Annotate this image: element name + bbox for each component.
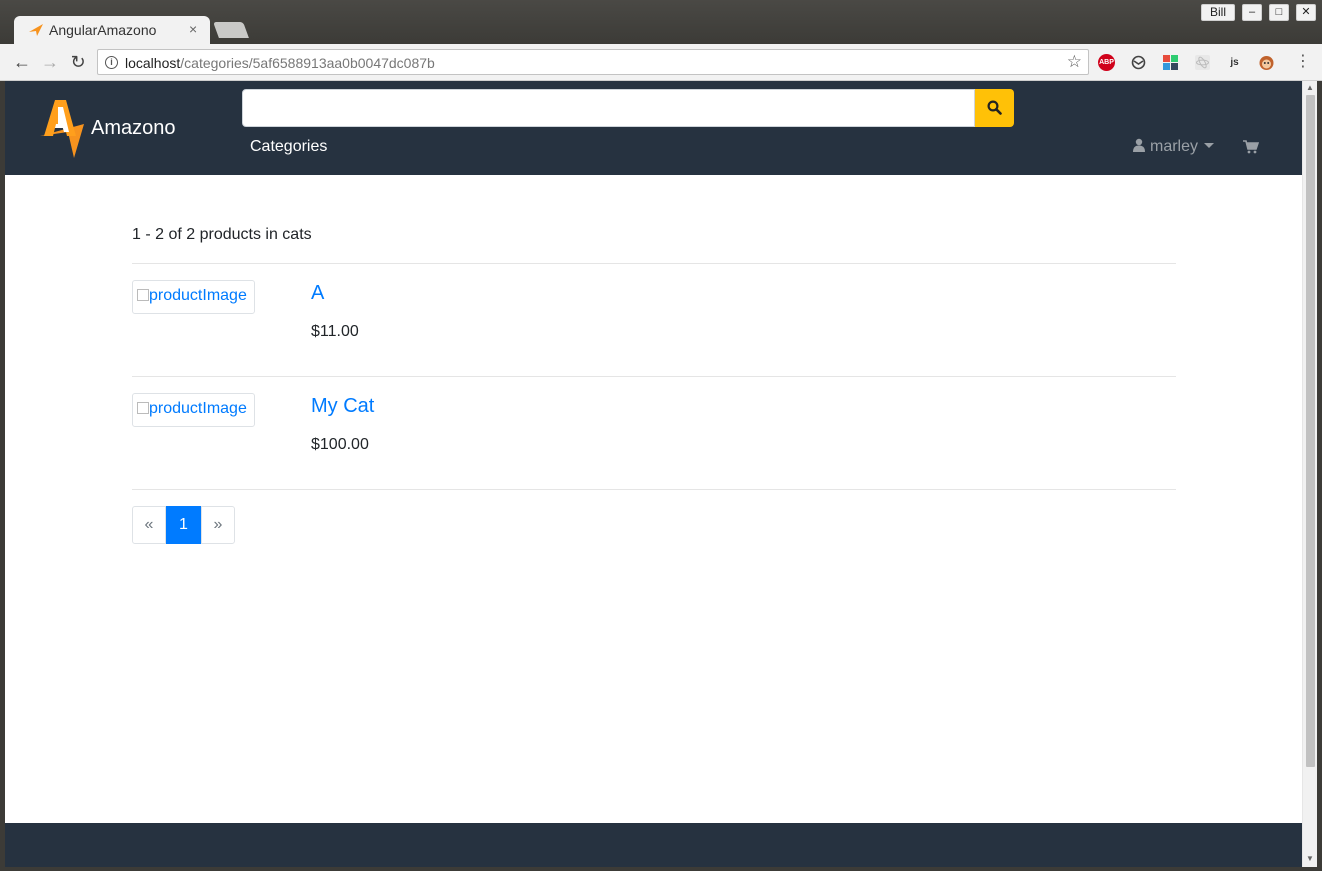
brand-name[interactable]: Amazono: [91, 117, 176, 140]
bookmark-star-icon[interactable]: ☆: [1067, 52, 1082, 72]
product-image-alt: productImage: [149, 400, 247, 417]
site-footer: [5, 823, 1302, 867]
search-input[interactable]: [242, 89, 975, 127]
amazono-logo-icon[interactable]: [38, 98, 86, 158]
product-image[interactable]: productImage: [132, 280, 255, 314]
maximize-button[interactable]: □: [1269, 4, 1289, 21]
page-prev-button[interactable]: «: [132, 506, 166, 544]
browser-menu-icon[interactable]: ⋮: [1295, 52, 1311, 72]
shopping-cart-icon[interactable]: [1243, 140, 1259, 154]
results-summary: 1 - 2 of 2 products in cats: [132, 226, 312, 243]
product-image[interactable]: productImage: [132, 393, 255, 427]
url-path: /categories/5af6588913aa0b0047dc087b: [180, 55, 435, 71]
minimize-button[interactable]: –: [1242, 4, 1262, 21]
address-bar[interactable]: i localhost/categories/5af6588913aa0b004…: [97, 49, 1089, 75]
info-icon[interactable]: i: [105, 56, 118, 69]
broken-image-icon: [137, 289, 149, 301]
product-name-link[interactable]: My Cat: [311, 395, 374, 418]
divider: [132, 263, 1176, 264]
back-icon[interactable]: ←: [12, 52, 32, 72]
page-1-button[interactable]: 1: [166, 506, 201, 544]
scroll-down-icon[interactable]: ▼: [1306, 854, 1314, 863]
angular-favicon-icon: [29, 24, 43, 36]
colorpicker-extension-icon[interactable]: [1162, 54, 1179, 71]
new-tab-button[interactable]: [213, 22, 249, 38]
product-name-link[interactable]: A: [311, 282, 324, 305]
js-extension-icon[interactable]: js: [1226, 54, 1243, 71]
categories-link[interactable]: Categories: [250, 138, 327, 156]
divider: [132, 489, 1176, 490]
reload-icon[interactable]: ↻: [68, 52, 88, 72]
vertical-scrollbar[interactable]: ▲ ▼: [1302, 81, 1317, 867]
site-navbar: Amazono Categories marley: [5, 81, 1302, 175]
window-titlebar: Bill – □ ✕ AngularAmazono ×: [0, 0, 1322, 44]
adblock-extension-icon[interactable]: ABP: [1098, 54, 1115, 71]
broken-image-icon: [137, 402, 149, 414]
search-icon: [987, 100, 1002, 115]
close-window-button[interactable]: ✕: [1296, 4, 1316, 21]
product-price: $11.00: [311, 323, 359, 340]
user-icon: [1133, 138, 1145, 152]
product-price: $100.00: [311, 436, 369, 453]
divider: [132, 376, 1176, 377]
page-next-button[interactable]: »: [201, 506, 235, 544]
scrollbar-thumb[interactable]: [1306, 95, 1315, 767]
search-button[interactable]: [975, 89, 1014, 127]
browser-tab[interactable]: AngularAmazono ×: [14, 16, 210, 44]
url-text[interactable]: localhost/categories/5af6588913aa0b0047d…: [125, 55, 435, 71]
react-extension-icon[interactable]: [1194, 54, 1211, 71]
scroll-up-icon[interactable]: ▲: [1306, 83, 1314, 92]
sync-extension-icon[interactable]: [1130, 54, 1147, 71]
page-viewport: Amazono Categories marley 1 - 2 of 2 pro…: [5, 81, 1302, 867]
tab-title: AngularAmazono: [49, 22, 157, 38]
browser-toolbar: ← → ↻ i localhost/categories/5af6588913a…: [0, 44, 1322, 81]
user-switch-button[interactable]: Bill: [1201, 4, 1235, 21]
pagination: « 1 »: [132, 506, 235, 544]
url-host: localhost: [125, 55, 181, 71]
tab-close-icon[interactable]: ×: [189, 21, 197, 37]
monkey-extension-icon[interactable]: [1258, 54, 1275, 71]
caret-down-icon: [1204, 143, 1215, 148]
product-image-alt: productImage: [149, 287, 247, 304]
username-label: marley: [1150, 138, 1199, 155]
user-dropdown[interactable]: marley: [1133, 138, 1215, 156]
forward-icon[interactable]: →: [40, 52, 60, 72]
